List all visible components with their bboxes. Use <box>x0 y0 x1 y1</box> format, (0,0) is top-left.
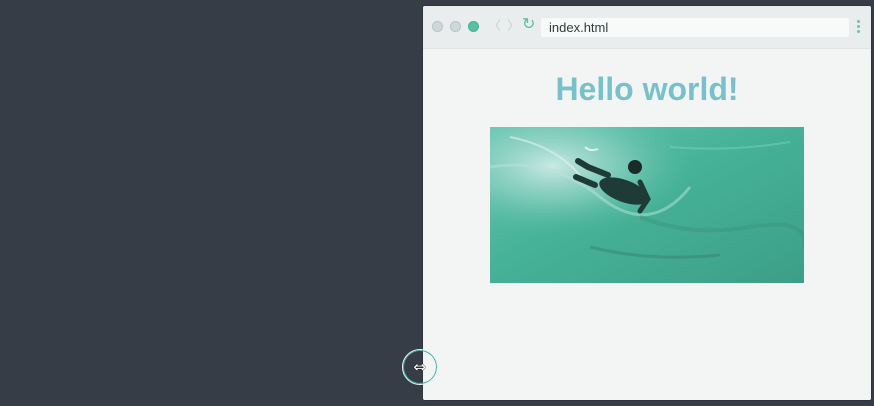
browser-toolbar: 〈 〉 ↻ index.html <box>423 6 871 49</box>
close-window-button[interactable] <box>432 21 443 32</box>
back-icon[interactable]: 〈 <box>488 18 501 34</box>
reload-icon[interactable]: ↻ <box>522 17 535 33</box>
resize-cursor: ⇔ <box>402 349 438 385</box>
maximize-window-button[interactable] <box>468 21 479 32</box>
page-heading: Hello world! <box>555 71 739 107</box>
browser-window: 〈 〉 ↻ index.html Hello world! <box>423 6 871 400</box>
surfer-image <box>490 127 804 283</box>
resize-horizontal-icon: ⇔ <box>413 358 426 376</box>
page-content: Hello world! <box>423 49 871 400</box>
address-bar[interactable]: index.html <box>541 18 849 37</box>
address-text: index.html <box>549 20 609 35</box>
desktop: 〈 〉 ↻ index.html Hello world! ⇔ <box>0 0 874 406</box>
menu-icon[interactable] <box>857 20 861 34</box>
forward-icon[interactable]: 〉 <box>507 18 520 34</box>
minimize-window-button[interactable] <box>450 21 461 32</box>
